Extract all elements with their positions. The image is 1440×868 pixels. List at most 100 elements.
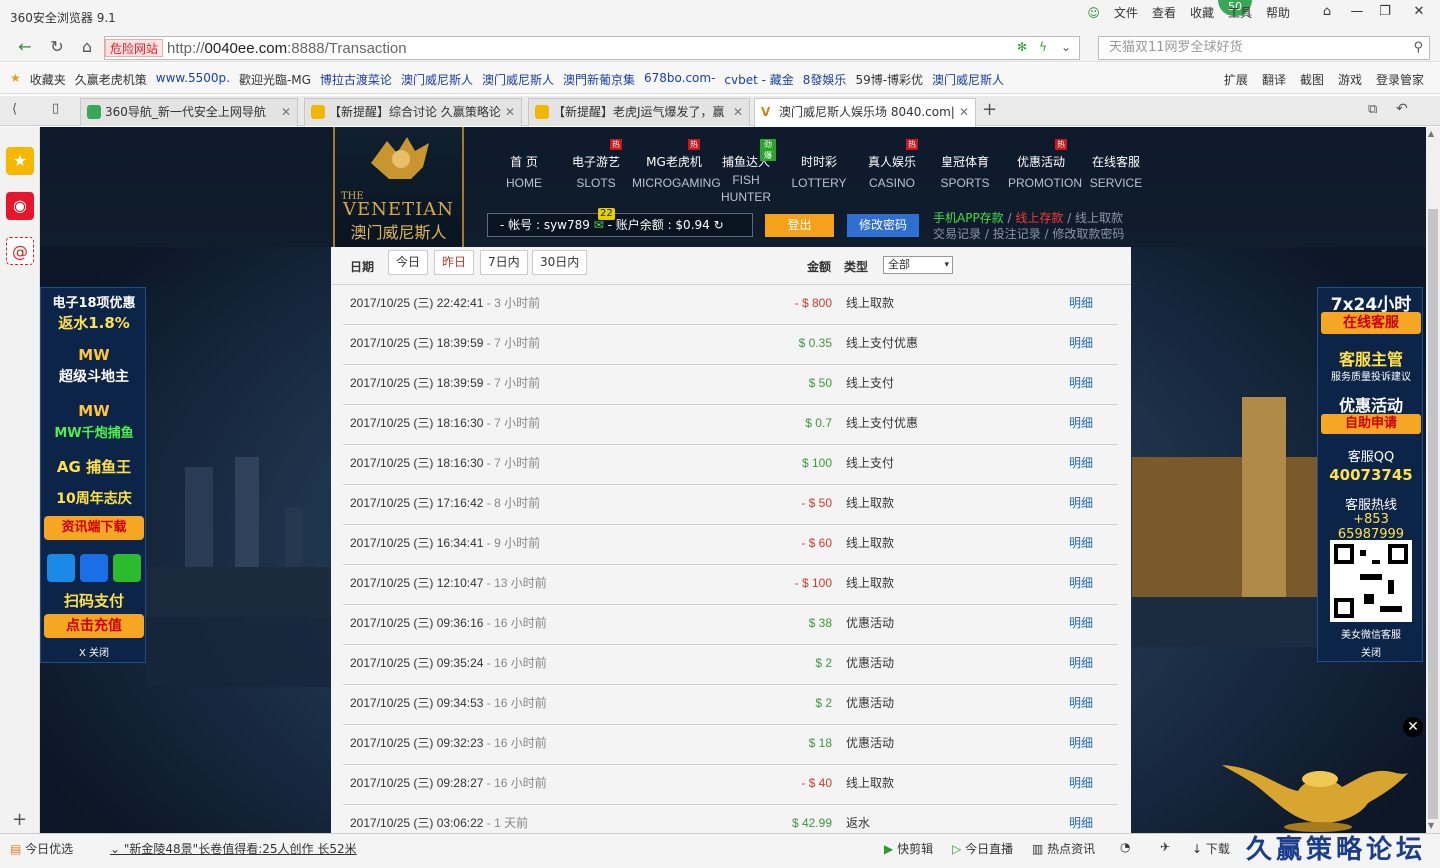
change-password-button[interactable]: 修改密码	[847, 214, 919, 237]
fav-item[interactable]: 澳门威尼斯人	[932, 71, 1004, 88]
maximize-icon[interactable]: ❐	[1374, 4, 1396, 22]
promo-mw-logo[interactable]: MW	[44, 346, 144, 364]
tab-forum-1[interactable]: 【新提醒】综合讨论 久赢策略论 ✕	[304, 98, 522, 126]
back-icon[interactable]: ←	[14, 37, 36, 57]
row-detail-link[interactable]: 明细	[1069, 445, 1093, 481]
row-detail-link[interactable]: 明细	[1069, 605, 1093, 641]
search-input[interactable]: 天猫双11网罗全球好货 ⚲	[1098, 36, 1430, 60]
row-detail-link[interactable]: 明细	[1069, 325, 1093, 361]
type-select[interactable]: 全部	[883, 256, 953, 274]
row-detail-link[interactable]: 明细	[1069, 805, 1093, 833]
refresh-balance-icon[interactable]: ↻	[714, 218, 724, 232]
promo-doudizhu[interactable]: 超级斗地主	[44, 366, 144, 386]
service-hotline-number[interactable]: +853 65987999	[1321, 512, 1421, 542]
promo-scan-pay[interactable]: 扫码支付	[44, 590, 144, 611]
row-detail-link[interactable]: 明细	[1069, 685, 1093, 721]
scroll-down-icon[interactable]: ▼	[1428, 821, 1438, 831]
refresh-icon[interactable]: ↻	[46, 37, 68, 57]
venetian-logo[interactable]: THE VENETIAN 澳门威尼斯人	[333, 127, 464, 249]
filter-today[interactable]: 今日	[388, 250, 429, 275]
row-detail-link[interactable]: 明细	[1069, 765, 1093, 801]
right-panel-close[interactable]: 关闭	[1321, 644, 1421, 659]
fav-item[interactable]: www.5500p.	[156, 71, 230, 88]
row-detail-link[interactable]: 明细	[1069, 365, 1093, 401]
weibo-icon[interactable]: ◉	[6, 192, 34, 220]
filter-30days[interactable]: 30日内	[532, 250, 588, 275]
skin-icon[interactable]: ⌂	[1316, 4, 1338, 22]
nav-promotion[interactable]: 热优惠活动 PROMOTION	[1008, 139, 1082, 206]
message-count[interactable]: 22	[598, 208, 615, 220]
fav-item[interactable]: 澳门威尼斯人	[482, 71, 554, 88]
menu-favorites[interactable]: 收藏	[1190, 4, 1214, 21]
nav-microgaming[interactable]: 热 MG老虎机 MICROGAMING	[632, 139, 721, 206]
magic-lamp-image[interactable]	[1218, 747, 1418, 833]
fav-item[interactable]: 澳門新葡京集	[563, 71, 635, 88]
close-window-icon[interactable]: ✕	[1408, 4, 1430, 22]
promo-slots-rebate[interactable]: 电子18项优惠	[44, 292, 144, 311]
tool-translate[interactable]: 翻译	[1262, 71, 1286, 88]
fav-item[interactable]: 678bo.com-	[644, 71, 715, 88]
link-app-deposit[interactable]: 手机APP存款	[933, 211, 1004, 225]
promo-10th-anniversary[interactable]: 10周年志庆	[44, 488, 144, 508]
nav-home[interactable]: 首 页 HOME	[488, 153, 560, 206]
left-panel-close[interactable]: X 关闭	[44, 644, 144, 659]
link-bet-records[interactable]: 投注记录	[993, 227, 1041, 241]
nav-lottery[interactable]: 时时彩 LOTTERY	[776, 153, 862, 206]
scroll-up-icon[interactable]: ▲	[1428, 129, 1438, 139]
nav-fish-hunter[interactable]: 劲爆 捕鱼达人 FISH HUNTER	[716, 139, 776, 206]
nav-casino[interactable]: 热真人娱乐 CASINO	[862, 139, 922, 206]
row-detail-link[interactable]: 明细	[1069, 645, 1093, 681]
email-icon[interactable]: @	[6, 237, 34, 265]
lightning-icon[interactable]: ϟ	[1039, 40, 1047, 54]
add-sidebar-icon[interactable]: +	[12, 809, 27, 830]
danger-site-badge[interactable]: 危险网站	[105, 39, 164, 57]
wechat-service-label[interactable]: 美女微信客服	[1321, 626, 1421, 641]
link-change-withdraw-password[interactable]: 修改取款密码	[1052, 227, 1124, 241]
close-tab-icon[interactable]: ✕	[733, 99, 743, 125]
link-online-withdraw[interactable]: 线上取款	[1075, 211, 1123, 225]
minimize-icon[interactable]: —	[1346, 4, 1368, 22]
row-detail-link[interactable]: 明细	[1069, 525, 1093, 561]
tab-forum-2[interactable]: 【新提醒】老虎J运气爆发了，赢 ✕	[528, 98, 750, 126]
row-detail-link[interactable]: 明细	[1069, 485, 1093, 521]
status-hot-news[interactable]: ▥ 热点资讯	[1032, 840, 1095, 857]
user-icon[interactable]: ☺	[1087, 4, 1100, 21]
tab-list-icon[interactable]: ⧉	[1368, 102, 1377, 117]
url-field[interactable]: 危险网站 http://0040ee.com:8888/Transaction …	[104, 36, 1080, 60]
nav-service[interactable]: 在线客服 SERVICE	[1074, 153, 1158, 206]
speed-dial-icon[interactable]: ◔	[1120, 840, 1130, 854]
close-icon[interactable]: ✕	[1403, 717, 1423, 737]
row-detail-link[interactable]: 明细	[1069, 405, 1093, 441]
tool-login-manager[interactable]: 登录管家	[1376, 71, 1424, 88]
service-hotline-label[interactable]: 客服热线	[1321, 494, 1421, 513]
daily-picks[interactable]: ▤ 今日优选	[10, 840, 73, 857]
menu-file[interactable]: 文件	[1114, 4, 1138, 21]
promo-rebate-rate[interactable]: 返水1.8%	[44, 312, 144, 333]
menu-help[interactable]: 帮助	[1266, 4, 1290, 21]
status-live[interactable]: ▷ 今日直播	[952, 840, 1013, 857]
message-icon[interactable]: ✉	[594, 218, 604, 232]
tool-extensions[interactable]: 扩展	[1224, 71, 1248, 88]
menu-view[interactable]: 查看	[1152, 4, 1176, 21]
tab-360nav[interactable]: 360导航_新一代安全上网导航 ✕	[80, 98, 298, 126]
promo-mw-logo-2[interactable]: MW	[44, 402, 144, 420]
close-tab-icon[interactable]: ✕	[505, 99, 515, 125]
fav-item[interactable]: 8發娛乐	[803, 71, 847, 88]
fav-item[interactable]: 澳门威尼斯人	[401, 71, 473, 88]
service-qq-number[interactable]: 40073745	[1321, 466, 1421, 484]
download-app-button[interactable]: 资讯端下载	[44, 516, 144, 540]
news-ticker[interactable]: ⌄ "新金陵48景"长卷值得看:25人创作 长52米	[110, 840, 357, 857]
row-detail-link[interactable]: 明细	[1069, 725, 1093, 761]
fav-item[interactable]: cvbet - 藏金	[724, 71, 793, 88]
status-download[interactable]: ↓ 下载	[1192, 840, 1230, 857]
home-icon[interactable]: ⌂	[76, 37, 98, 57]
online-service-button[interactable]: 在线客服	[1321, 312, 1421, 334]
search-icon[interactable]: ⚲	[1413, 37, 1423, 59]
fav-item[interactable]: 博拉古渡菜论	[320, 71, 392, 88]
link-transaction-records[interactable]: 交易记录	[933, 227, 981, 241]
favorites-label[interactable]: 收藏夹	[30, 71, 66, 88]
pin-icon[interactable]: ✈	[1160, 840, 1170, 854]
link-online-deposit[interactable]: 线上存款	[1015, 211, 1063, 225]
vertical-scrollbar[interactable]: ▲ ▼	[1426, 127, 1440, 833]
fav-item[interactable]: 久赢老虎机策	[75, 71, 147, 88]
